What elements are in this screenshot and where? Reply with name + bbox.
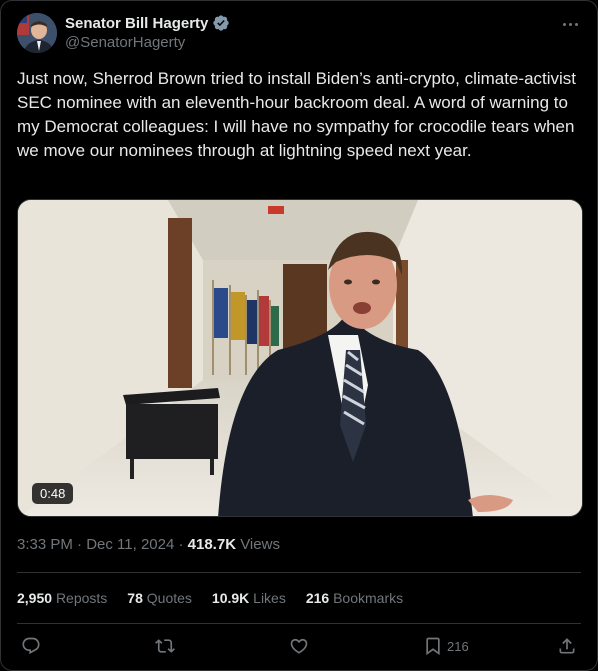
video-thumbnail	[18, 200, 582, 516]
more-options-icon[interactable]	[559, 15, 581, 33]
tweet-stats: 2,950 Reposts 78 Quotes 10.9K Likes 216 …	[17, 590, 403, 606]
tweet-header: Senator Bill Hagerty @SenatorHagerty	[17, 13, 581, 55]
timestamp[interactable]: 3:33 PM · Dec 11, 2024	[17, 536, 174, 553]
bookmark-count: 216	[447, 638, 469, 654]
author-display-name[interactable]: Senator Bill Hagerty	[65, 15, 208, 32]
share-button[interactable]	[557, 636, 577, 656]
author-handle[interactable]: @SenatorHagerty	[65, 34, 230, 51]
tweet-text: Just now, Sherrod Brown tried to install…	[17, 69, 581, 160]
quotes-stat[interactable]: 78 Quotes	[127, 590, 192, 606]
tweet-card: Senator Bill Hagerty @SenatorHagerty Jus…	[0, 0, 598, 671]
reply-button[interactable]	[21, 636, 41, 656]
views-count: 418.7K	[187, 536, 237, 553]
tweet-meta: 3:33 PM · Dec 11, 2024 · 418.7K Views	[17, 536, 280, 553]
repost-icon	[155, 639, 175, 653]
divider	[17, 572, 581, 573]
meta-separator: ·	[174, 536, 188, 553]
bookmark-button[interactable]: 216	[423, 636, 469, 656]
avatar[interactable]	[17, 13, 57, 53]
verified-badge-icon	[212, 14, 230, 32]
like-icon	[290, 638, 308, 654]
action-bar: 216	[17, 636, 581, 662]
views-label: Views	[240, 536, 280, 553]
video-duration: 0:48	[32, 483, 74, 504]
repost-button[interactable]	[155, 636, 175, 656]
like-button[interactable]	[289, 636, 309, 656]
author-names: Senator Bill Hagerty @SenatorHagerty	[65, 14, 230, 51]
reposts-stat[interactable]: 2,950 Reposts	[17, 590, 107, 606]
bookmark-icon	[426, 637, 440, 656]
reply-icon	[22, 637, 40, 655]
bookmarks-stat[interactable]: 216 Bookmarks	[306, 590, 403, 606]
share-icon	[559, 638, 575, 654]
likes-stat[interactable]: 10.9K Likes	[212, 590, 286, 606]
video-player[interactable]: 0:48	[17, 199, 583, 517]
divider	[17, 623, 581, 624]
